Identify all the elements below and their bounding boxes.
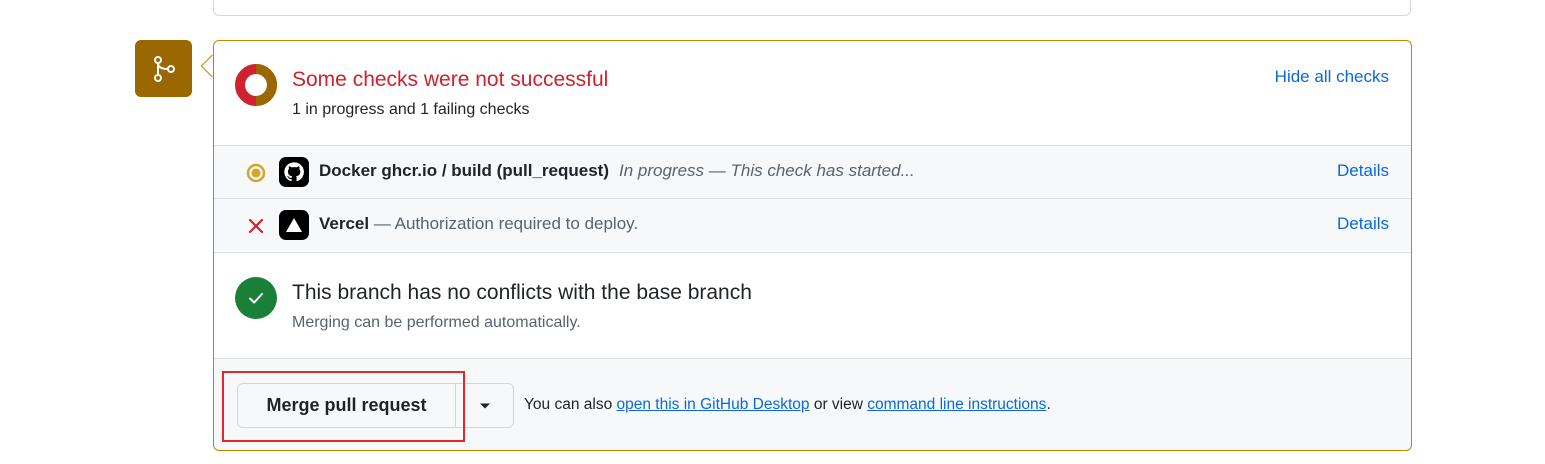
vercel-triangle-icon bbox=[279, 210, 309, 240]
checks-status-section: Some checks were not successful 1 in pro… bbox=[213, 40, 1412, 145]
check-name: Docker ghcr.io / build (pull_request) bbox=[319, 161, 609, 180]
merge-badge bbox=[135, 40, 192, 97]
check-text: Docker ghcr.io / build (pull_request) In … bbox=[319, 161, 915, 181]
check-circle-icon bbox=[235, 277, 277, 319]
check-text: Vercel — Authorization required to deplo… bbox=[319, 214, 638, 234]
conflicts-title: This branch has no conflicts with the ba… bbox=[292, 281, 752, 304]
checks-status-title: Some checks were not successful bbox=[292, 68, 609, 91]
merge-box: Some checks were not successful 1 in pro… bbox=[200, 40, 1412, 451]
merge-section: Merge pull request You can also open thi… bbox=[213, 358, 1412, 451]
check-row-vercel: Vercel — Authorization required to deplo… bbox=[213, 198, 1412, 251]
check-row-docker: Docker ghcr.io / build (pull_request) In … bbox=[213, 145, 1412, 198]
hint-suffix: . bbox=[1046, 396, 1051, 413]
git-branch-icon bbox=[153, 55, 175, 82]
command-line-instructions-link[interactable]: command line instructions bbox=[867, 396, 1046, 413]
check-details-link[interactable]: Details bbox=[1337, 214, 1389, 234]
hide-all-checks-link[interactable]: Hide all checks bbox=[1275, 67, 1389, 87]
conflicts-subtitle: Merging can be performed automatically. bbox=[292, 314, 581, 331]
hint-prefix: You can also bbox=[524, 396, 617, 413]
github-icon bbox=[279, 157, 309, 187]
check-details-link[interactable]: Details bbox=[1337, 161, 1389, 181]
previous-timeline-box bbox=[213, 0, 1411, 16]
status-ring-icon bbox=[235, 64, 277, 106]
merge-hint-text: You can also open this in GitHub Desktop… bbox=[524, 396, 1051, 414]
merge-options-dropdown[interactable] bbox=[456, 384, 513, 427]
in-progress-dot-icon bbox=[246, 163, 266, 183]
hint-middle: or view bbox=[809, 396, 868, 413]
conflicts-section: This branch has no conflicts with the ba… bbox=[213, 252, 1412, 358]
check-name: Vercel bbox=[319, 214, 370, 233]
merge-button-group: Merge pull request bbox=[237, 383, 514, 428]
check-description: — Authorization required to deploy. bbox=[369, 214, 639, 233]
open-in-desktop-link[interactable]: open this in GitHub Desktop bbox=[617, 396, 810, 413]
x-icon bbox=[246, 216, 266, 236]
caret-down-icon bbox=[479, 403, 490, 408]
merge-pull-request-button[interactable]: Merge pull request bbox=[238, 384, 456, 427]
checks-status-subtitle: 1 in progress and 1 failing checks bbox=[292, 101, 530, 118]
check-description: In progress — This check has started... bbox=[619, 161, 915, 180]
